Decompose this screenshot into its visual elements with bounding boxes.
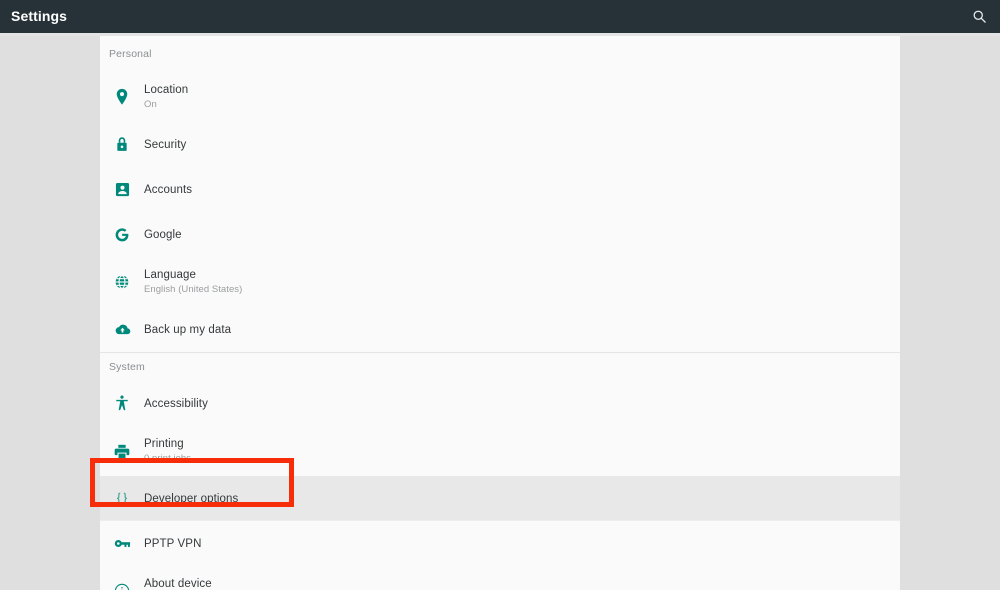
- list-item-subtitle: On: [144, 99, 157, 110]
- list-item-text: Language English (United States): [144, 268, 242, 296]
- list-item-text: PPTP VPN: [144, 537, 201, 551]
- list-item-title: Google: [144, 228, 182, 241]
- list-item-title: Location: [144, 84, 189, 96]
- lock-icon: [100, 136, 144, 153]
- list-item-language[interactable]: Language English (United States): [100, 257, 900, 307]
- accessibility-icon: [100, 395, 144, 412]
- location-pin-icon: [100, 88, 144, 106]
- list-item-security[interactable]: Security: [100, 122, 900, 167]
- list-item-title: Printing: [144, 438, 184, 450]
- list-item-subtitle: English (United States): [144, 284, 243, 295]
- list-item-subtitle: 0 print jobs: [144, 453, 192, 464]
- section-label: System: [109, 361, 145, 373]
- list-item-title: Accessibility: [144, 397, 208, 410]
- cloud-upload-icon: [100, 323, 144, 336]
- section-personal-header: Personal: [100, 36, 900, 72]
- vpn-key-icon: [100, 538, 144, 549]
- list-item-text: Google: [144, 228, 182, 242]
- list-item-text: Developer options: [144, 492, 238, 506]
- list-item-text: Security: [144, 138, 186, 152]
- list-item-text: Location On: [144, 83, 188, 111]
- list-item-accessibility[interactable]: Accessibility: [100, 381, 900, 426]
- list-item-backup[interactable]: Back up my data: [100, 307, 900, 352]
- settings-list-panel[interactable]: Personal Location On Security Accounts G…: [100, 36, 900, 590]
- list-item-text: Accounts: [144, 183, 192, 197]
- list-item-title: About device: [144, 578, 212, 590]
- google-g-icon: [100, 227, 144, 243]
- search-icon[interactable]: [962, 0, 996, 33]
- list-item-about-device[interactable]: About device Android 7.1.1: [100, 566, 900, 590]
- list-item-google[interactable]: Google: [100, 212, 900, 257]
- list-item-printing[interactable]: Printing 0 print jobs: [100, 426, 900, 476]
- app-bar: Settings: [0, 0, 1000, 33]
- list-item-title: Accounts: [144, 183, 193, 196]
- list-item-text: About device Android 7.1.1: [144, 577, 212, 590]
- accounts-icon: [100, 182, 144, 197]
- printer-icon: [100, 444, 144, 459]
- app-bar-underline: [0, 33, 1000, 36]
- list-item-title: Language: [144, 269, 196, 281]
- section-system-header: System: [100, 353, 900, 381]
- list-item-text: Printing 0 print jobs: [144, 437, 191, 465]
- list-item-title: Security: [144, 138, 187, 151]
- developer-braces-icon: [100, 491, 144, 506]
- globe-icon: [100, 274, 144, 290]
- list-item-title: Developer options: [144, 492, 239, 505]
- list-item-location[interactable]: Location On: [100, 72, 900, 122]
- info-circle-icon: [100, 583, 144, 590]
- list-item-accounts[interactable]: Accounts: [100, 167, 900, 212]
- list-item-developer-options[interactable]: Developer options: [100, 476, 900, 521]
- list-item-title: PPTP VPN: [144, 537, 202, 550]
- list-item-text: Back up my data: [144, 323, 231, 337]
- list-item-pptp-vpn[interactable]: PPTP VPN: [100, 521, 900, 566]
- list-item-text: Accessibility: [144, 397, 208, 411]
- page-title: Settings: [11, 8, 68, 24]
- section-label: Personal: [109, 48, 152, 60]
- list-item-title: Back up my data: [144, 323, 232, 336]
